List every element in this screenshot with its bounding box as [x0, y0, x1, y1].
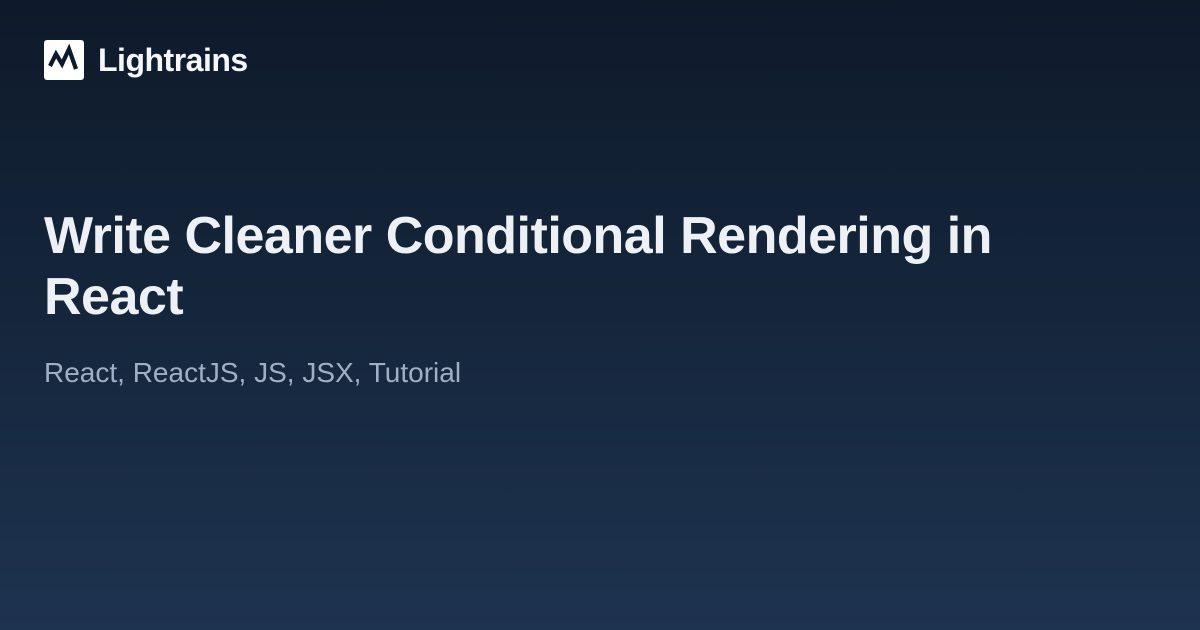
brand-row: Lightrains [44, 40, 1156, 80]
article-tags: React, ReactJS, JS, JSX, Tutorial [44, 357, 1156, 389]
brand-name: Lightrains [98, 42, 248, 79]
brand-logo-icon [44, 40, 84, 80]
og-card: Lightrains Write Cleaner Conditional Ren… [0, 0, 1200, 429]
article-title: Write Cleaner Conditional Rendering in R… [44, 206, 1144, 329]
